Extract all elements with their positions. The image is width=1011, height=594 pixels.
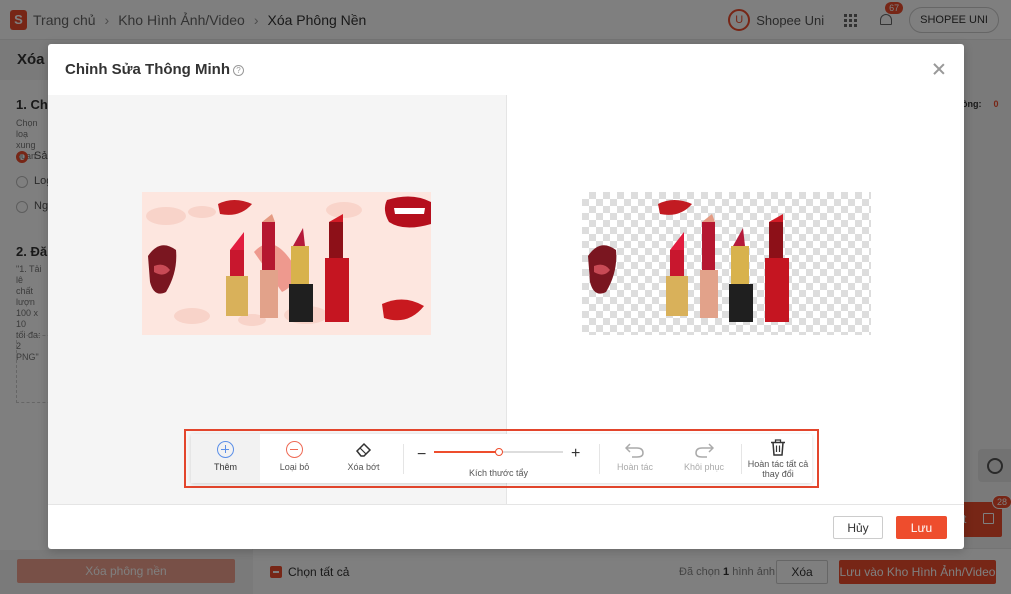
add-tool-button[interactable]: Thêm [191, 434, 260, 483]
save-button[interactable]: Lưu [896, 516, 947, 539]
modal-footer: Hủy Lưu [48, 504, 964, 549]
close-icon[interactable] [932, 62, 946, 76]
undo-all-label: Hoàn tác tất cả thay đổi [747, 459, 809, 479]
toolbar-divider [403, 444, 404, 474]
redo-icon [695, 443, 714, 458]
help-icon[interactable]: ? [233, 65, 244, 76]
undo-label: Hoàn tác [616, 462, 654, 472]
original-image[interactable] [142, 192, 431, 335]
toolbar-divider [599, 444, 600, 474]
erase-tool-label: Xóa bớt [347, 462, 380, 472]
redo-button[interactable]: Khôi phục [675, 434, 733, 483]
add-tool-label: Thêm [213, 462, 237, 472]
undo-button[interactable]: Hoàn tác [607, 434, 663, 483]
decrease-size-button[interactable]: − [417, 446, 426, 464]
undo-icon [625, 443, 644, 458]
modal-title: Chỉnh Sửa Thông Minh [65, 61, 230, 78]
trash-icon [771, 439, 785, 456]
erase-tool-button[interactable]: Xóa bớt [329, 434, 398, 483]
slider-fill [434, 451, 499, 453]
remove-tool-label: Loại bỏ [279, 462, 310, 472]
result-image[interactable] [582, 192, 871, 335]
eraser-size-label: Kích thước tẩy [469, 468, 528, 478]
eraser-size-slider[interactable] [434, 448, 563, 456]
edit-toolbar: Thêm Loại bỏ Xóa bớt − + Kích thước tẩy [191, 434, 812, 483]
increase-size-button[interactable]: + [571, 445, 580, 463]
eraser-icon [355, 442, 371, 457]
plus-circle-icon [217, 441, 234, 458]
slider-thumb[interactable] [494, 448, 503, 456]
cancel-button[interactable]: Hủy [833, 516, 883, 539]
redo-label: Khôi phục [683, 462, 725, 472]
minus-circle-icon [286, 441, 303, 458]
undo-all-button[interactable]: Hoàn tác tất cả thay đổi [744, 434, 812, 483]
remove-tool-button[interactable]: Loại bỏ [260, 434, 329, 483]
smart-edit-modal: Chỉnh Sửa Thông Minh ? Thêm Loại bỏ Xóa … [48, 44, 964, 549]
toolbar-divider [741, 444, 742, 474]
